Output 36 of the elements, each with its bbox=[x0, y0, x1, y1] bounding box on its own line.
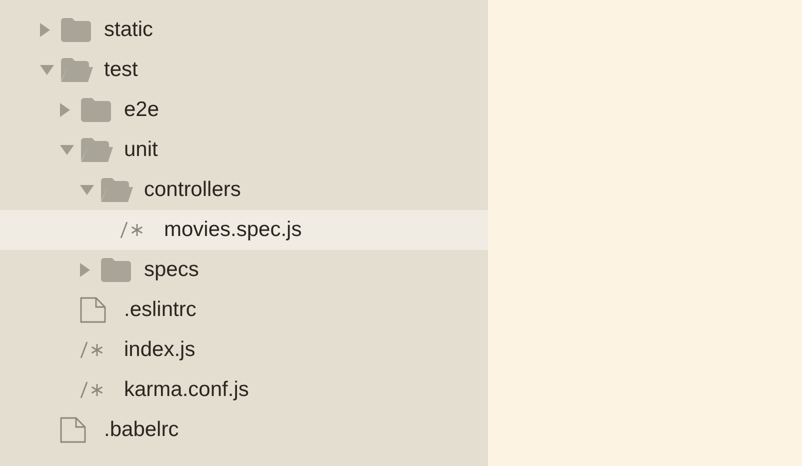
folder-icon bbox=[80, 97, 112, 123]
open-folder-icon bbox=[60, 57, 94, 83]
folder-icon bbox=[100, 257, 132, 283]
folder-icon bbox=[60, 17, 92, 43]
tree-row[interactable]: e2e bbox=[0, 90, 488, 130]
tree-row[interactable]: karma.conf.js bbox=[0, 370, 488, 410]
file-icon bbox=[80, 297, 106, 323]
folder-name: specs bbox=[144, 258, 199, 282]
collapsed-caret-icon bbox=[60, 103, 70, 117]
tree-row[interactable]: test bbox=[0, 50, 488, 90]
expanded-caret-icon bbox=[80, 185, 94, 195]
folder-name: unit bbox=[124, 138, 158, 162]
file-name: movies.spec.js bbox=[164, 218, 302, 242]
folder-name: static bbox=[104, 18, 154, 42]
tree-row[interactable]: .babelrc bbox=[0, 410, 488, 450]
collapsed-caret-icon bbox=[40, 23, 50, 37]
selected-file-row[interactable]: movies.spec.js bbox=[0, 210, 488, 250]
tree-row[interactable]: static bbox=[0, 10, 488, 50]
file-name: .babelrc bbox=[104, 418, 179, 442]
open-folder-icon bbox=[80, 137, 114, 163]
collapsed-caret-icon bbox=[80, 263, 90, 277]
file-name: karma.conf.js bbox=[124, 378, 249, 402]
file-name: index.js bbox=[124, 338, 196, 362]
tree-row[interactable]: specs bbox=[0, 250, 488, 290]
folder-name: test bbox=[104, 58, 138, 82]
open-folder-icon bbox=[100, 177, 134, 203]
tree-row[interactable]: unit bbox=[0, 130, 488, 170]
file-name: .eslintrc bbox=[124, 298, 196, 322]
file-icon bbox=[60, 417, 86, 443]
expanded-caret-icon bbox=[40, 65, 54, 75]
tree-row[interactable]: .eslintrc bbox=[0, 290, 488, 330]
tree-row[interactable]: index.js bbox=[0, 330, 488, 370]
folder-name: controllers bbox=[144, 178, 241, 202]
expanded-caret-icon bbox=[60, 145, 74, 155]
folder-name: e2e bbox=[124, 98, 160, 122]
tree-row[interactable]: controllers bbox=[0, 170, 488, 210]
